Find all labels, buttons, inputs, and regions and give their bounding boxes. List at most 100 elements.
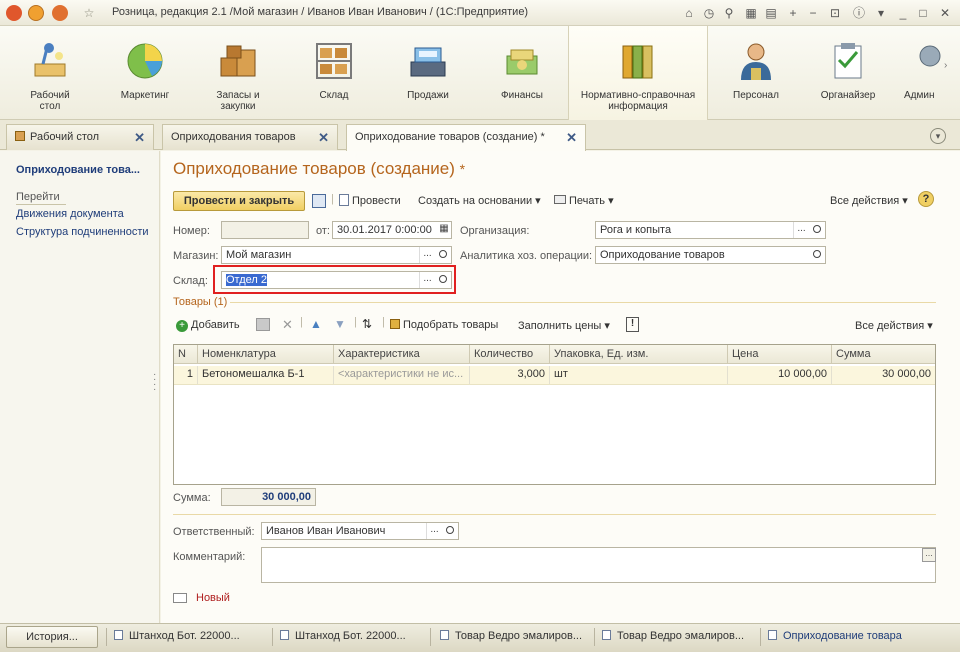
cell-sum[interactable]: 30 000,00 <box>832 366 935 384</box>
cell-n[interactable]: 1 <box>174 366 198 384</box>
move-down-icon[interactable]: ▼ <box>334 317 346 331</box>
search-icon[interactable] <box>809 222 825 238</box>
sections-scroll-right-icon[interactable]: › <box>944 60 954 100</box>
warehouse-field[interactable]: Отдел 2 ... <box>221 271 452 289</box>
column-header-n[interactable]: N <box>174 345 198 364</box>
add-row-button[interactable]: + Добавить <box>176 319 240 332</box>
search-icon[interactable] <box>442 523 458 539</box>
open-window-item-active[interactable]: Оприходование товара <box>768 630 902 642</box>
splitter-handle[interactable]: · · · · <box>153 370 157 395</box>
post-and-close-button[interactable]: Провести и закрыть <box>173 191 305 211</box>
goods-table[interactable]: N Номенклатура Характеристика Количество… <box>173 344 936 485</box>
search-icon[interactable] <box>435 272 451 288</box>
copy-icon[interactable] <box>256 318 270 331</box>
choose-button[interactable]: ... <box>419 247 435 263</box>
section-desktop[interactable]: Рабочий стол <box>10 26 90 120</box>
save-icon[interactable] <box>312 194 326 208</box>
search-icon[interactable] <box>809 247 825 263</box>
favorites-icon[interactable] <box>52 5 68 21</box>
store-field[interactable]: Мой магазин ... <box>221 246 452 264</box>
comment-expand-icon[interactable]: … <box>922 548 936 562</box>
delete-icon[interactable]: ✕ <box>282 317 293 333</box>
section-marketing[interactable]: Маркетинг <box>100 26 190 120</box>
mminus-icon[interactable]: − <box>804 4 822 22</box>
move-up-icon[interactable]: ▲ <box>310 317 322 331</box>
calendar-icon[interactable]: ▦ <box>437 222 451 238</box>
section-reference-info[interactable]: Нормативно-справочная информация <box>568 26 708 120</box>
column-header-price[interactable]: Цена <box>728 345 832 364</box>
choose-button[interactable]: ... <box>419 272 435 288</box>
open-window-item[interactable]: Товар Ведро эмалиров... <box>440 630 582 642</box>
column-header-unit[interactable]: Упаковка, Ед. изм. <box>550 345 728 364</box>
analytics-field[interactable]: Оприходование товаров <box>595 246 826 264</box>
main-menu-icon[interactable] <box>28 5 44 21</box>
nav-structure-link[interactable]: Структура подчиненности <box>16 226 149 238</box>
home-star-icon[interactable]: ⌂ <box>680 4 698 22</box>
post-button[interactable]: Провести <box>339 194 401 207</box>
section-sales[interactable]: Продажи <box>386 26 470 120</box>
link-icon[interactable]: ⚲ <box>720 4 738 22</box>
choose-button[interactable]: ... <box>426 523 442 539</box>
help-icon[interactable]: ? <box>918 191 934 207</box>
nav-movements-link[interactable]: Движения документа <box>16 208 124 220</box>
fullscreen-icon[interactable]: ⊡ <box>826 4 844 22</box>
tab-desktop[interactable]: Рабочий стол ✕ <box>6 124 154 150</box>
open-window-item[interactable]: Штанход Бот. 22000... <box>114 630 240 642</box>
column-header-qty[interactable]: Количество <box>470 345 550 364</box>
close-icon[interactable]: ✕ <box>936 4 954 22</box>
all-actions-button[interactable]: Все действия ▾ <box>830 194 908 207</box>
cell-qty[interactable]: 3,000 <box>470 366 550 384</box>
section-finance[interactable]: Финансы <box>480 26 564 120</box>
column-header-sum[interactable]: Сумма <box>832 345 935 364</box>
history-button[interactable]: История... <box>6 626 98 648</box>
minimize-icon[interactable]: _ <box>894 4 912 22</box>
task-separator <box>760 628 761 646</box>
print-button[interactable]: Печать ▾ <box>554 194 614 207</box>
cell-price[interactable]: 10 000,00 <box>728 366 832 384</box>
sort-icon[interactable]: ⇅ <box>362 317 372 331</box>
star-icon[interactable]: ☆ <box>80 4 98 22</box>
responsible-field[interactable]: Иванов Иван Иванович ... <box>261 522 459 540</box>
number-field[interactable] <box>221 221 309 239</box>
comment-field[interactable] <box>261 547 936 583</box>
cell-unit[interactable]: шт <box>550 366 728 384</box>
section-stock-purchases[interactable]: Запасы и закупки <box>196 26 280 120</box>
column-header-characteristic[interactable]: Характеристика <box>334 345 470 364</box>
tab-receipts-list[interactable]: Оприходования товаров ✕ <box>162 124 338 150</box>
app-logo-icon[interactable] <box>6 5 22 21</box>
calendar-icon[interactable]: ▤ <box>762 4 780 22</box>
tabs-menu-icon[interactable]: ▾ <box>930 128 946 144</box>
section-personnel[interactable]: Персонал <box>716 26 796 120</box>
store-label: Магазин: <box>173 250 219 262</box>
organization-field[interactable]: Рога и копыта ... <box>595 221 826 239</box>
fill-prices-button[interactable]: Заполнить цены ▾ <box>518 319 610 332</box>
calc-icon[interactable]: ▦ <box>742 4 760 22</box>
toolbar-separator: | <box>331 193 334 205</box>
columns-settings-icon[interactable]: ! <box>626 317 639 332</box>
close-tab-icon[interactable]: ✕ <box>318 130 329 146</box>
history-icon[interactable]: ◷ <box>700 4 718 22</box>
search-icon[interactable] <box>435 247 451 263</box>
choose-button[interactable]: ... <box>793 222 809 238</box>
close-tab-icon[interactable]: ✕ <box>134 130 145 146</box>
cell-characteristic[interactable]: <характеристики не ис... <box>334 366 470 384</box>
section-organizer[interactable]: Органайзер <box>806 26 890 120</box>
maximize-icon[interactable]: □ <box>914 4 932 22</box>
open-window-item[interactable]: Товар Ведро эмалиров... <box>602 630 744 642</box>
settings-icon[interactable]: ▾ <box>872 4 890 22</box>
section-warehouse[interactable]: Склад <box>292 26 376 120</box>
cell-item[interactable]: Бетономешалка Б-1 <box>198 366 334 384</box>
section-admin[interactable]: Админ <box>900 26 942 120</box>
pick-goods-button[interactable]: Подобрать товары <box>390 319 498 331</box>
nav-main-link[interactable]: Оприходование това... <box>16 164 140 176</box>
mplus-icon[interactable]: + <box>784 4 802 22</box>
tab-receipt-create[interactable]: Оприходование товаров (создание) * ✕ <box>346 124 586 151</box>
create-based-on-button[interactable]: Создать на основании ▾ <box>418 194 541 207</box>
column-header-item[interactable]: Номенклатура <box>198 345 334 364</box>
goods-all-actions-button[interactable]: Все действия ▾ <box>855 319 933 332</box>
info-icon[interactable]: ⓘ <box>850 4 868 22</box>
open-window-item[interactable]: Штанход Бот. 22000... <box>280 630 406 642</box>
date-field[interactable]: 30.01.2017 0:00:00 ▦ <box>332 221 452 239</box>
close-tab-icon[interactable]: ✕ <box>566 130 577 146</box>
goods-section-label[interactable]: Товары (1) <box>173 296 227 308</box>
